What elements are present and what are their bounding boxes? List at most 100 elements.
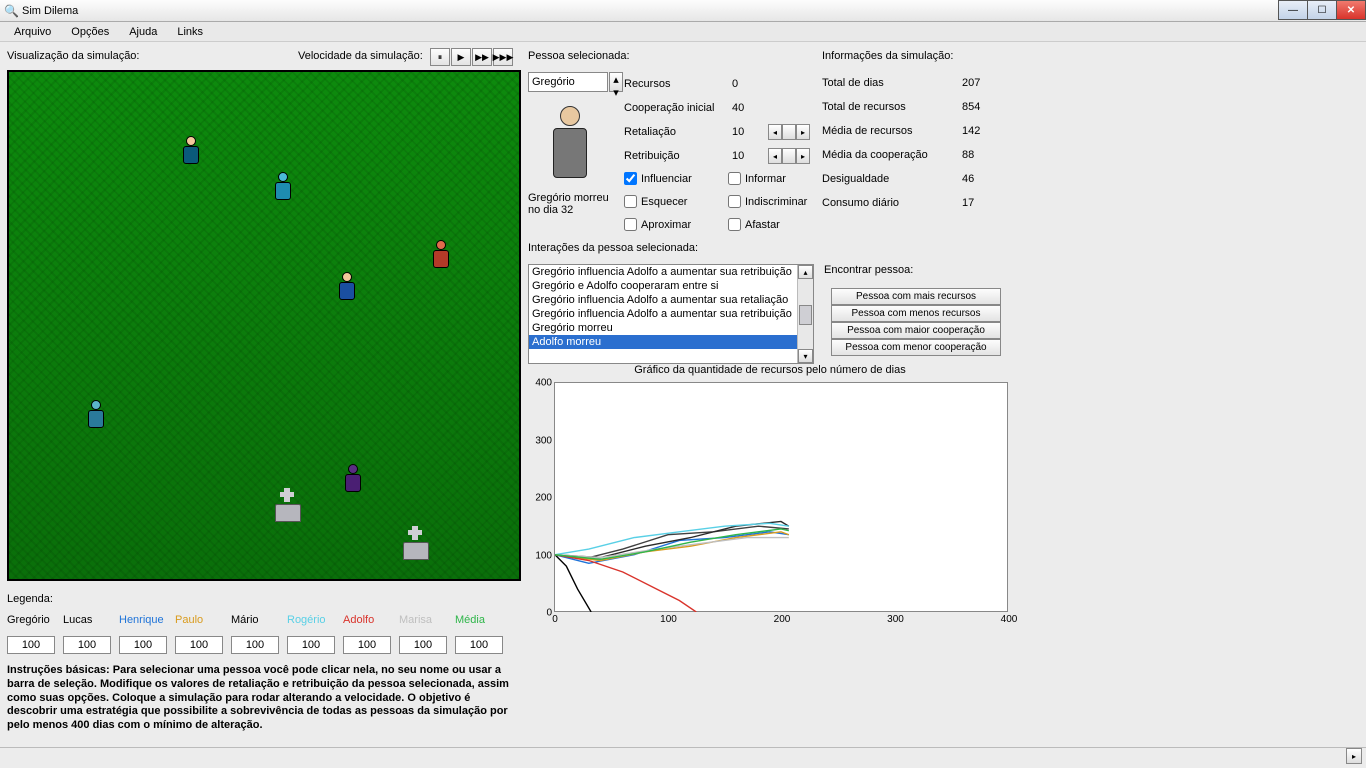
spinner-right-icon[interactable]: ▸ (796, 124, 810, 140)
grave-icon[interactable] (403, 530, 429, 560)
legend-name[interactable]: Rogério (287, 614, 343, 630)
retaliacao-spinner[interactable]: ◂ ▸ (768, 124, 810, 140)
legend-name[interactable]: Henrique (119, 614, 175, 630)
legend-column: Lucas 100 (63, 614, 119, 654)
label-velocidade: Velocidade da simulação: (298, 50, 423, 62)
legend-value-input[interactable]: 100 (231, 636, 279, 654)
legend-row: Gregório100Lucas100Henrique100Paulo100Má… (7, 614, 511, 654)
legend-column: Marisa 100 (399, 614, 455, 654)
legend-name[interactable]: Adolfo (343, 614, 399, 630)
close-button[interactable]: ✕ (1336, 0, 1366, 20)
speed-play-button[interactable]: ▶ (451, 48, 471, 66)
chart-xtick: 200 (774, 614, 791, 625)
maximize-button[interactable]: ☐ (1307, 0, 1337, 20)
legend-value-input[interactable]: 100 (63, 636, 111, 654)
chart-xtick: 0 (552, 614, 558, 625)
legend-column: Mário 100 (231, 614, 287, 654)
speed-fast-button[interactable]: ▶▶ (472, 48, 492, 66)
value-coop-inicial: 40 (732, 102, 762, 114)
menu-ajuda[interactable]: Ajuda (119, 24, 167, 40)
interaction-item[interactable]: Adolfo morreu (529, 335, 813, 349)
check-indiscriminar[interactable] (728, 195, 741, 208)
legend-name[interactable]: Marisa (399, 614, 455, 630)
person-select-value: Gregório (532, 76, 575, 88)
legend-name[interactable]: Mário (231, 614, 287, 630)
grave-icon[interactable] (275, 492, 301, 522)
label-total-dias: Total de dias (822, 77, 962, 89)
label-retaliacao: Retaliação (624, 126, 732, 138)
chart-xtick: 100 (660, 614, 677, 625)
sprite-person[interactable] (341, 464, 365, 496)
check-aproximar[interactable] (624, 218, 637, 231)
interaction-item[interactable]: Gregório morreu (529, 321, 813, 335)
legend-name[interactable]: Média (455, 614, 511, 630)
scroll-corner-icon[interactable]: ▸ (1346, 748, 1362, 764)
legend-name[interactable]: Lucas (63, 614, 119, 630)
label-afastar: Afastar (745, 219, 780, 231)
person-select[interactable]: Gregório (528, 72, 608, 92)
chart-title: Gráfico da quantidade de recursos pelo n… (528, 364, 1012, 376)
speed-fastest-button[interactable]: ▶▶▶ (493, 48, 513, 66)
value-retribuicao: 10 (732, 150, 762, 162)
speed-pause-button[interactable]: ⏸ (430, 48, 450, 66)
chart-xtick: 300 (887, 614, 904, 625)
interaction-item[interactable]: Gregório e Adolfo cooperaram entre si (529, 279, 813, 293)
person-select-spinner[interactable]: ▴▾ (609, 72, 623, 92)
legend-value-input[interactable]: 100 (119, 636, 167, 654)
find-menor-coop-button[interactable]: Pessoa com menor cooperação (831, 339, 1001, 356)
value-recursos: 0 (732, 78, 762, 90)
legend-value-input[interactable]: 100 (399, 636, 447, 654)
value-total-dias: 207 (962, 77, 1002, 89)
workspace: Visualização da simulação: Velocidade da… (0, 42, 1366, 768)
scrollbar[interactable]: ▴ ▾ (797, 265, 813, 363)
menu-links[interactable]: Links (167, 24, 213, 40)
label-indiscriminar: Indiscriminar (745, 196, 807, 208)
interactions-list[interactable]: Gregório influencia Adolfo a aumentar su… (528, 264, 814, 364)
sprite-person[interactable] (179, 136, 203, 168)
legend-column: Rogério 100 (287, 614, 343, 654)
spinner-right-icon[interactable]: ▸ (796, 148, 810, 164)
scroll-down-icon[interactable]: ▾ (798, 349, 813, 363)
legend-value-input[interactable]: 100 (7, 636, 55, 654)
find-menos-recursos-button[interactable]: Pessoa com menos recursos (831, 305, 1001, 322)
spinner-mid[interactable] (782, 148, 796, 164)
spinner-left-icon[interactable]: ◂ (768, 124, 782, 140)
window-title: Sim Dilema (22, 5, 78, 17)
find-mais-recursos-button[interactable]: Pessoa com mais recursos (831, 288, 1001, 305)
find-maior-coop-button[interactable]: Pessoa com maior cooperação (831, 322, 1001, 339)
retribuicao-spinner[interactable]: ◂ ▸ (768, 148, 810, 164)
check-informar[interactable] (728, 172, 741, 185)
interaction-item[interactable]: Gregório influencia Adolfo a aumentar su… (529, 293, 813, 307)
chart-xtick: 400 (1001, 614, 1018, 625)
person-status: Gregório morreu no dia 32 (528, 192, 618, 216)
spinner-mid[interactable] (782, 124, 796, 140)
spinner-down-icon[interactable]: ▾ (610, 86, 622, 99)
check-esquecer[interactable] (624, 195, 637, 208)
menu-arquivo[interactable]: Arquivo (4, 24, 61, 40)
sprite-person[interactable] (84, 400, 108, 432)
legend-column: Paulo 100 (175, 614, 231, 654)
spinner-left-icon[interactable]: ◂ (768, 148, 782, 164)
simulation-viewport[interactable] (7, 70, 521, 581)
label-total-recursos: Total de recursos (822, 101, 962, 113)
legend-value-input[interactable]: 100 (455, 636, 503, 654)
scroll-up-icon[interactable]: ▴ (798, 265, 813, 279)
minimize-button[interactable]: — (1278, 0, 1308, 20)
legend-name[interactable]: Gregório (7, 614, 63, 630)
legend-value-input[interactable]: 100 (175, 636, 223, 654)
legend-value-input[interactable]: 100 (343, 636, 391, 654)
legend-value-input[interactable]: 100 (287, 636, 335, 654)
interaction-item[interactable]: Gregório influencia Adolfo a aumentar su… (529, 307, 813, 321)
check-afastar[interactable] (728, 218, 741, 231)
menu-opcoes[interactable]: Opções (61, 24, 119, 40)
spinner-up-icon[interactable]: ▴ (610, 73, 622, 86)
sprite-person[interactable] (271, 172, 295, 204)
label-pessoa-selecionada: Pessoa selecionada: (528, 50, 630, 62)
interaction-item[interactable]: Gregório influencia Adolfo a aumentar su… (529, 265, 813, 279)
scroll-thumb[interactable] (799, 305, 812, 325)
sprite-person[interactable] (335, 272, 359, 304)
value-retaliacao: 10 (732, 126, 762, 138)
check-influenciar[interactable] (624, 172, 637, 185)
legend-name[interactable]: Paulo (175, 614, 231, 630)
sprite-person[interactable] (429, 240, 453, 272)
